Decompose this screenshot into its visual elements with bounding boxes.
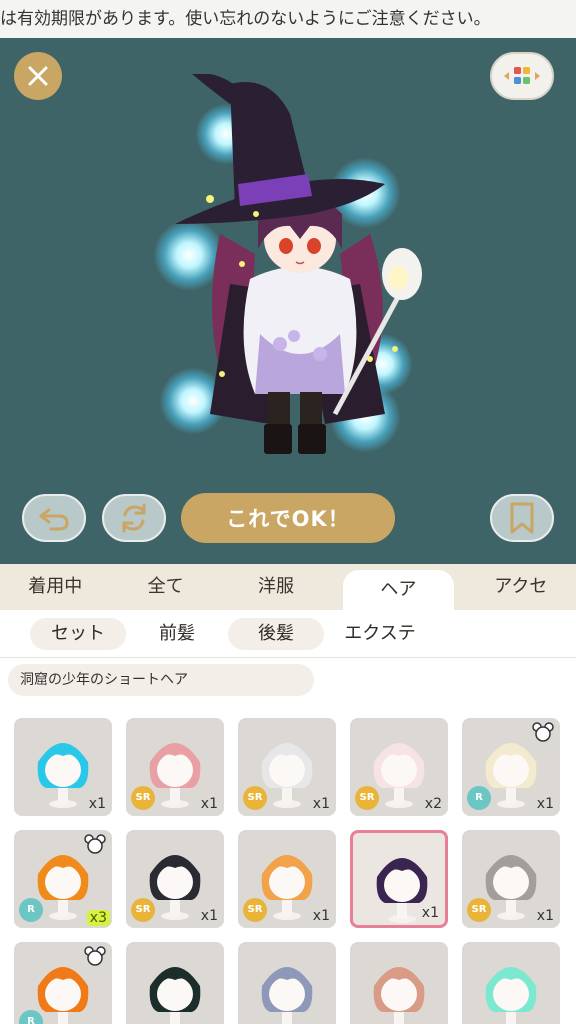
item-count: x1 [536, 796, 554, 812]
hair-item-card[interactable] [126, 942, 224, 1024]
rarity-badge: SR [131, 786, 155, 810]
close-icon [28, 66, 48, 86]
selected-item-name: 洞窟の少年のショートヘア [8, 664, 314, 696]
bear-icon [84, 834, 106, 854]
randomize-button[interactable] [102, 494, 166, 542]
close-button[interactable] [14, 52, 62, 100]
rarity-badge: SR [355, 786, 379, 810]
item-count: x1 [312, 908, 330, 924]
tab-wearing[interactable]: 着用中 [0, 564, 110, 610]
item-count: x2 [424, 796, 442, 812]
notice-text: は有効期限があります。使い忘れのないようにご注意ください。 [0, 9, 491, 29]
hair-preview-icon [373, 967, 425, 1024]
item-count: x1 [536, 908, 554, 924]
tab-all[interactable]: 全て [110, 564, 220, 610]
confirm-ok-label: これでOK！ [226, 507, 350, 531]
subtab-set[interactable]: セット [30, 618, 126, 650]
tab-hair[interactable]: ヘア [343, 570, 454, 610]
category-tabs: 着用中 全て 洋服 ヘア アクセ [0, 564, 576, 610]
hair-preview-icon [149, 967, 201, 1024]
hair-item-card[interactable]: SR x1 [126, 718, 224, 816]
item-count: x1 [200, 908, 218, 924]
hair-item-card[interactable] [238, 942, 336, 1024]
hair-item-card[interactable] [462, 942, 560, 1024]
item-count: x3 [86, 910, 110, 926]
avatar-character[interactable] [160, 74, 440, 464]
hair-item-card[interactable]: R [14, 942, 112, 1024]
rarity-badge: SR [243, 786, 267, 810]
undo-icon [39, 508, 69, 531]
hair-item-card[interactable]: SR x1 [238, 830, 336, 928]
rarity-badge: SR [243, 898, 267, 922]
confirm-ok-button[interactable]: これでOK！ [181, 493, 395, 543]
hair-item-card[interactable]: SR x1 [238, 718, 336, 816]
hair-item-card[interactable]: Rx3 [14, 830, 112, 928]
color-palette-icon [504, 67, 540, 84]
hair-item-card[interactable]: SR x1 [126, 830, 224, 928]
bear-icon [532, 722, 554, 742]
hair-preview-icon [261, 967, 313, 1024]
item-count: x1 [88, 796, 106, 812]
undo-button[interactable] [22, 494, 86, 542]
rarity-badge: R [19, 898, 43, 922]
refresh-icon [122, 503, 146, 533]
item-count: x1 [200, 796, 218, 812]
rarity-badge: R [467, 786, 491, 810]
avatar-stage: これでOK！ [0, 38, 576, 564]
notice-bar: は有効期限があります。使い忘れのないようにご注意ください。 [0, 0, 576, 38]
hair-item-card[interactable] [350, 942, 448, 1024]
item-grid: x1 SR x1 SR x1 SR x2 Rx1 Rx3 SR x1 SR x1 x1 SR x1 R [0, 706, 576, 1024]
bear-icon [84, 946, 106, 966]
hair-item-card[interactable]: SR x2 [350, 718, 448, 816]
color-palette-button[interactable] [490, 52, 554, 100]
subtab-bangs[interactable]: 前髪 [134, 618, 220, 650]
rarity-badge: SR [467, 898, 491, 922]
bookmark-icon [510, 502, 534, 534]
item-count: x1 [312, 796, 330, 812]
item-count: x1 [421, 905, 439, 921]
hair-item-card[interactable]: x1 [350, 830, 448, 928]
hair-preview-icon [485, 967, 537, 1024]
hair-item-card[interactable]: SR x1 [462, 830, 560, 928]
subtab-back-hair[interactable]: 後髪 [228, 618, 324, 650]
bookmark-button[interactable] [490, 494, 554, 542]
subtab-extensions[interactable]: エクステ [332, 618, 428, 650]
rarity-badge: SR [131, 898, 155, 922]
hair-item-card[interactable]: Rx1 [462, 718, 560, 816]
tab-accessories[interactable]: アクセ [466, 564, 576, 610]
tab-clothes[interactable]: 洋服 [221, 564, 331, 610]
hair-item-card[interactable]: x1 [14, 718, 112, 816]
hair-subtabs: セット 前髪 後髪 エクステ [0, 610, 576, 658]
